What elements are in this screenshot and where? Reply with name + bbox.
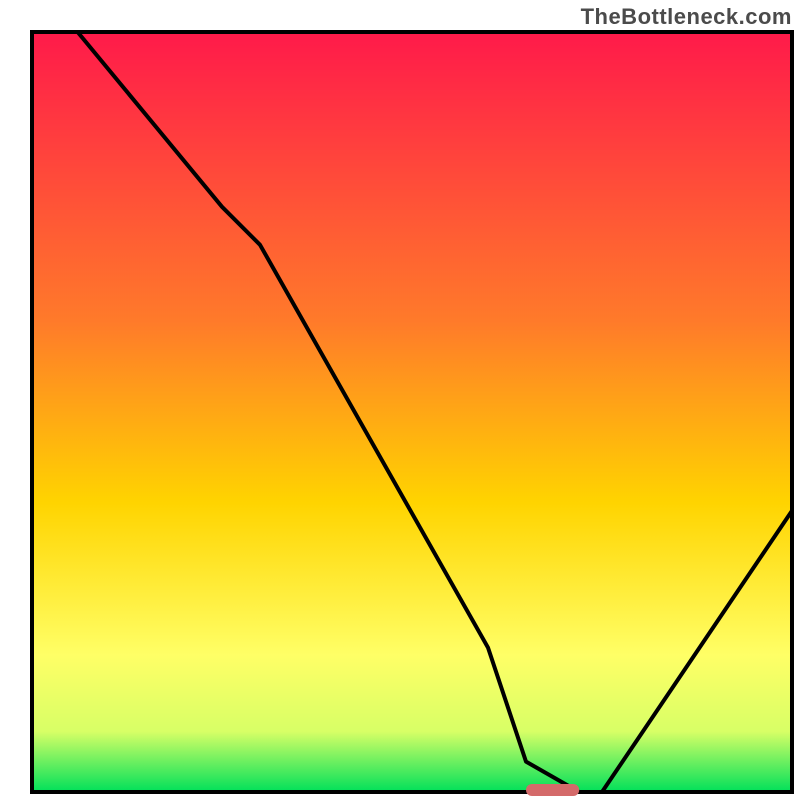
chart-container: { "watermark": "TheBottleneck.com", "col…: [0, 0, 800, 800]
bottleneck-chart: [0, 0, 800, 800]
optimum-marker: [526, 784, 579, 796]
